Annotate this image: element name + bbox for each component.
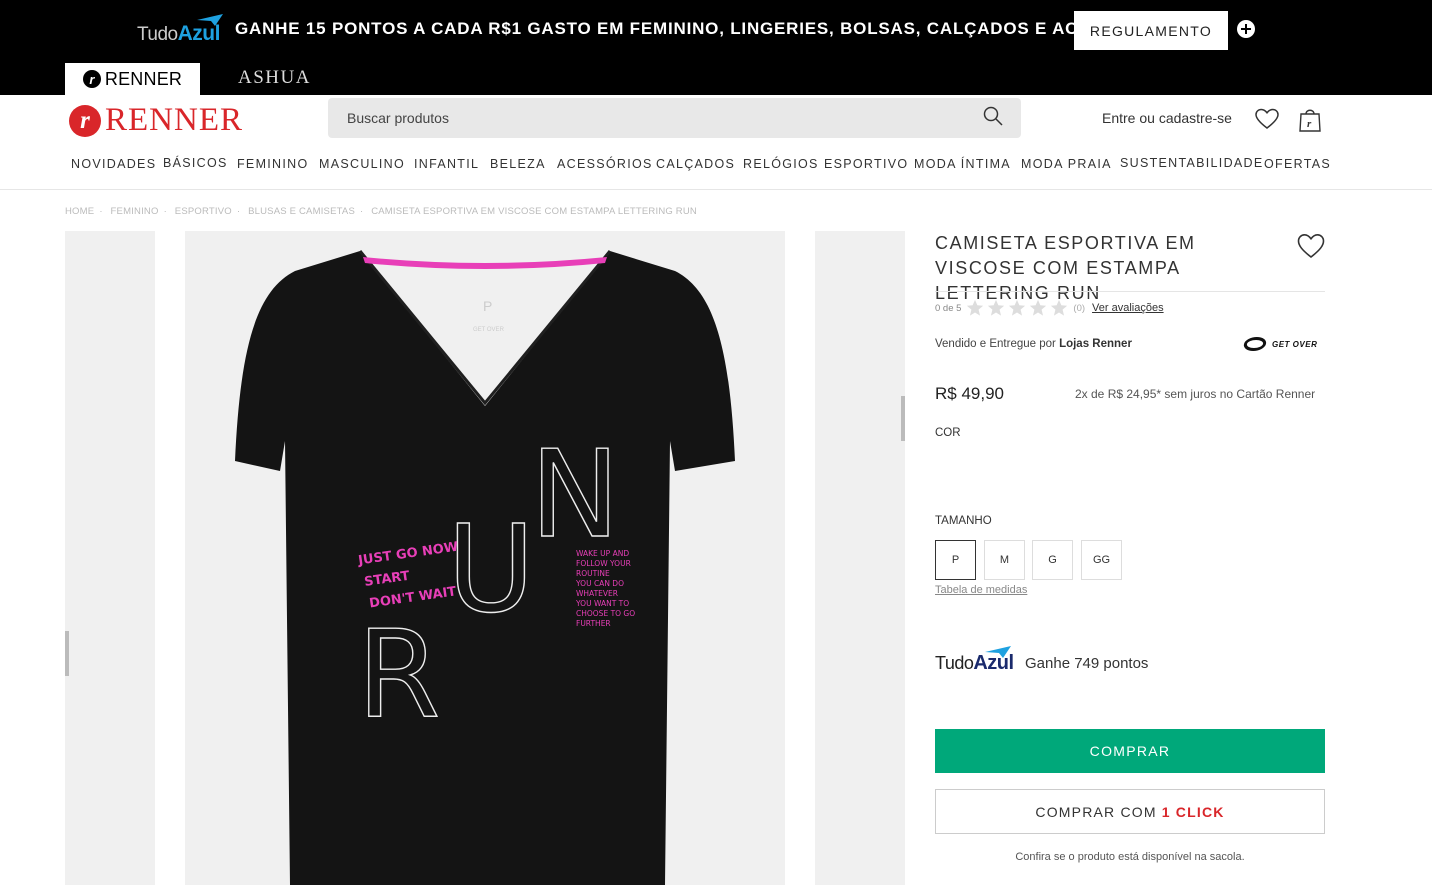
star-icon — [1051, 299, 1068, 316]
print-letter-n: N — [530, 426, 620, 565]
regulamento-button[interactable]: REGULAMENTO — [1074, 11, 1228, 50]
svg-text:r: r — [1307, 118, 1312, 130]
breadcrumb-blusas[interactable]: BLUSAS E CAMISETAS — [248, 206, 355, 217]
title-divider — [935, 291, 1325, 292]
star-icon — [967, 299, 984, 316]
installments-text: 2x de R$ 24,95* sem juros no Cartão Renn… — [1075, 387, 1316, 401]
search-bar — [328, 98, 1021, 138]
color-label: COR — [935, 427, 961, 439]
size-option-m[interactable]: M — [984, 540, 1025, 580]
gallery-prev-image[interactable] — [65, 231, 155, 885]
print-letter-r: R — [357, 606, 440, 745]
print-letter-u: U — [447, 501, 535, 640]
print-right-line-7: CHOOSE TO GO — [576, 609, 635, 618]
size-option-gg[interactable]: GG — [1081, 540, 1122, 580]
product-title: CAMISETA ESPORTIVA EM VISCOSE COM ESTAMP… — [935, 233, 1196, 303]
nav-item-infantil[interactable]: INFANTIL — [414, 157, 479, 171]
shopping-bag-icon[interactable]: r — [1298, 106, 1322, 132]
size-option-g[interactable]: G — [1032, 540, 1073, 580]
nav-item-relogios[interactable]: RELÓGIOS — [743, 157, 819, 171]
next-image-edge — [901, 396, 905, 441]
getover-brand-logo[interactable]: GET OVER — [1242, 337, 1318, 351]
gallery-next-image[interactable] — [815, 231, 905, 885]
print-right-line-6: YOU WANT TO — [575, 599, 629, 608]
plane-icon — [985, 646, 1011, 658]
logo-tudo-text: Tudo — [137, 24, 178, 45]
nav-item-feminino[interactable]: FEMININO — [237, 157, 309, 171]
breadcrumb-current: CAMISETA ESPORTIVA EM VISCOSE COM ESTAMP… — [371, 206, 697, 217]
print-right-line-8: FURTHER — [576, 619, 611, 628]
loyalty-tudo-text: Tudo — [935, 653, 974, 673]
search-icon[interactable] — [983, 106, 1003, 126]
tab-renner[interactable]: r RENNER — [65, 63, 200, 95]
nav-item-esportivo[interactable]: ESPORTIVO — [824, 157, 908, 171]
star-icon — [1009, 299, 1026, 316]
main-nav: NOVIDADES BÁSICOS FEMININO MASCULINO INF… — [0, 150, 1432, 190]
size-tag-text: P — [483, 298, 492, 314]
loyalty-points: Ganhe 749 pontos — [1025, 655, 1149, 672]
getover-mark-icon — [1242, 337, 1268, 351]
tudoazul-logo: Tudo Azul — [137, 14, 223, 46]
nav-item-moda-praia[interactable]: MODA PRAIA — [1021, 157, 1112, 171]
buy-button[interactable]: COMPRAR — [935, 729, 1325, 773]
print-right-line-5: WHATEVER — [576, 589, 618, 598]
seller-info: Vendido e Entregue por Lojas Renner — [935, 338, 1132, 350]
size-chart-link[interactable]: Tabela de medidas — [935, 584, 1027, 596]
tab-renner-label: RENNER — [104, 68, 183, 89]
size-option-p[interactable]: P — [935, 540, 976, 580]
search-input[interactable] — [328, 98, 968, 138]
nav-item-moda-intima[interactable]: MODA ÍNTIMA — [914, 157, 1011, 171]
renner-logo[interactable]: r RENNER — [69, 102, 243, 139]
tag-brand-text: GET OVER — [473, 327, 505, 333]
heart-icon[interactable] — [1255, 108, 1279, 130]
nav-item-beleza[interactable]: BELEZA — [490, 157, 546, 171]
breadcrumb-feminino[interactable]: FEMININO — [111, 206, 159, 217]
renner-logo-text: RENNER — [105, 102, 243, 138]
star-icon — [1030, 299, 1047, 316]
nav-item-sustentabilidade[interactable]: SUSTENTABILIDADE — [1120, 156, 1264, 170]
plus-circle-icon[interactable] — [1237, 20, 1255, 38]
prev-image-edge — [65, 631, 69, 676]
nav-item-basicos[interactable]: BÁSICOS — [163, 156, 228, 170]
product-rating: 0 de 5 (0) Ver avaliações — [935, 299, 1164, 317]
wishlist-heart-icon[interactable] — [1297, 233, 1325, 259]
nav-item-masculino[interactable]: MASCULINO — [319, 157, 405, 171]
login-link[interactable]: Entre ou cadastre-se — [1102, 110, 1232, 126]
rating-text: 0 de 5 — [935, 302, 962, 314]
seller-name: Lojas Renner — [1059, 338, 1132, 350]
print-right-line-4: YOU CAN DO — [575, 579, 624, 588]
plane-icon — [197, 14, 223, 26]
nav-item-calcados[interactable]: CALÇADOS — [656, 157, 735, 171]
breadcrumb-esportivo[interactable]: ESPORTIVO — [175, 206, 232, 217]
reviews-link[interactable]: Ver avaliações — [1092, 302, 1164, 314]
renner-r-icon: r — [82, 70, 101, 88]
breadcrumb-home[interactable]: HOME — [65, 206, 94, 217]
tab-ashua[interactable]: ASHUA — [238, 67, 311, 89]
one-click-suffix: 1 CLICK — [1161, 803, 1225, 820]
promo-text: GANHE 15 PONTOS A CADA R$1 GASTO EM FEMI… — [235, 19, 1174, 38]
size-label: TAMANHO — [935, 515, 992, 527]
print-right-line-3: ROUTINE — [576, 569, 610, 578]
star-icon — [988, 299, 1005, 316]
rating-count: (0) — [1073, 302, 1086, 314]
nav-item-acessorios[interactable]: ACESSÓRIOS — [557, 157, 653, 171]
nav-item-novidades[interactable]: NOVIDADES — [71, 157, 156, 171]
breadcrumb: HOME · FEMININO · ESPORTIVO · BLUSAS E CAMI… — [65, 206, 697, 217]
tshirt-illustration: P GET OVER R U N JUST GO NOW START DON'T… — [235, 250, 735, 885]
renner-logo-mark: r — [69, 104, 101, 137]
tudoazul-loyalty-logo: TudoAzul — [935, 646, 1014, 680]
promo-bar: Tudo Azul GANHE 15 PONTOS A CADA R$1 GAST… — [0, 0, 1432, 95]
print-right-line-1: WAKE UP AND — [576, 549, 629, 558]
product-price: R$ 49,90 — [935, 384, 1004, 403]
one-click-prefix: COMPRAR COM — [1035, 803, 1157, 820]
print-right-line-2: FOLLOW YOUR — [576, 559, 631, 568]
product-main-image[interactable]: P GET OVER R U N JUST GO NOW START DON'T… — [185, 231, 785, 885]
one-click-buy-button[interactable]: COMPRAR COM 1 CLICK — [935, 789, 1325, 834]
availability-note: Confira se o produto está disponível na … — [1015, 851, 1245, 863]
nav-item-ofertas[interactable]: OFERTAS — [1264, 157, 1331, 171]
seller-prefix: Vendido e Entregue por — [935, 338, 1056, 350]
getover-logo-text: GET OVER — [1272, 339, 1318, 349]
